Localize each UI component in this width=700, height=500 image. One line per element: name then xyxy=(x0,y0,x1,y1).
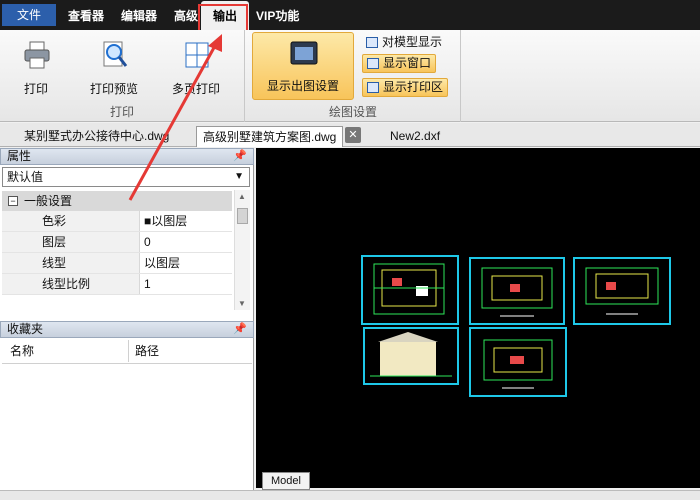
property-row-linetype-scale[interactable]: 线型比例 1 xyxy=(2,274,232,295)
plot-settings-group-label: 绘图设置 xyxy=(328,105,377,119)
property-value[interactable]: 0 xyxy=(142,232,232,252)
property-name: 图层 xyxy=(2,232,140,252)
general-settings-label: 一般设置 xyxy=(24,194,73,208)
print-preview-label: 打印预览 xyxy=(89,82,138,96)
favorites-header: 收藏夹 📌 xyxy=(0,321,254,338)
show-window-label: 显示窗口 xyxy=(383,56,432,70)
multi-page-print-button[interactable]: 多页打印 xyxy=(166,36,226,100)
magnifier-icon xyxy=(103,41,128,67)
tab-new2-dxf[interactable]: New2.dxf xyxy=(384,126,446,147)
drawing-thumbnails xyxy=(361,255,671,397)
document-tab-bar: 某别墅式办公接待中心.dwg 高级别墅建筑方案图.dwg ✕ New2.dxf xyxy=(0,123,700,147)
properties-scrollbar[interactable]: ▲ ▼ xyxy=(234,190,250,310)
scroll-up-icon[interactable]: ▲ xyxy=(238,192,246,201)
show-print-area-label: 显示打印区 xyxy=(383,80,444,94)
show-print-area-icon xyxy=(367,82,379,93)
menu-bar: 文件 查看器 编辑器 高级 输出 VIP功能 xyxy=(0,0,700,30)
floor-plan-thumbnail xyxy=(573,257,671,325)
show-print-area-button[interactable]: 显示打印区 xyxy=(362,78,449,97)
property-name: 线型比例 xyxy=(2,274,140,294)
floor-plan-thumbnail xyxy=(469,327,567,397)
status-bar xyxy=(0,490,700,500)
property-value[interactable]: 以图层 xyxy=(142,253,232,273)
show-window-button[interactable]: 显示窗口 xyxy=(362,54,437,73)
chevron-down-icon: ▼ xyxy=(234,171,244,182)
menu-editor[interactable]: 编辑器 xyxy=(121,6,157,26)
general-settings-group[interactable]: − 一般设置 xyxy=(2,191,232,211)
pin-icon[interactable]: 📌 xyxy=(233,149,247,164)
show-window-icon xyxy=(367,58,379,69)
print-group: 打印 打印预览 多页打印 打印 xyxy=(0,30,245,122)
elevation-thumbnail xyxy=(363,327,459,385)
print-group-label: 打印 xyxy=(109,105,134,119)
menu-vip[interactable]: VIP功能 xyxy=(256,6,299,26)
print-preview-button[interactable]: 打印预览 xyxy=(84,36,144,100)
menu-file[interactable]: 文件 xyxy=(2,4,56,26)
favorites-title: 收藏夹 xyxy=(7,322,44,336)
property-row-layer[interactable]: 图层 0 xyxy=(2,232,232,253)
property-row-color[interactable]: 色彩 ■以图层 xyxy=(2,211,232,232)
model-tab[interactable]: Model xyxy=(262,472,310,490)
properties-title: 属性 xyxy=(7,149,32,163)
scroll-thumb[interactable] xyxy=(237,208,248,224)
window-display-icon xyxy=(290,41,318,65)
properties-dropdown-value: 默认值 xyxy=(7,170,44,184)
scroll-down-icon[interactable]: ▼ xyxy=(238,299,246,308)
tab-office-reception-dwg[interactable]: 某别墅式办公接待中心.dwg xyxy=(18,126,175,147)
property-value[interactable]: 1 xyxy=(142,274,232,294)
floor-plan-thumbnail xyxy=(469,257,565,325)
display-plot-settings-button[interactable]: 显示出图设置 xyxy=(252,32,354,100)
drawing-canvas[interactable] xyxy=(256,148,700,488)
model-display-icon xyxy=(366,37,378,48)
properties-dropdown[interactable]: 默认值 ▼ xyxy=(2,167,250,187)
ribbon: 打印 打印预览 多页打印 打印 绘图设置 显示出图设置 对模型显示 显示窗口 显… xyxy=(0,30,700,122)
print-button[interactable]: 打印 xyxy=(6,36,66,100)
pin-icon[interactable]: 📌 xyxy=(233,322,247,337)
column-path[interactable]: 路径 xyxy=(128,340,159,362)
menu-viewer[interactable]: 查看器 xyxy=(68,6,104,26)
property-name: 色彩 xyxy=(2,211,140,231)
property-row-linetype[interactable]: 线型 以图层 xyxy=(2,253,232,274)
model-display-button[interactable]: 对模型显示 xyxy=(362,34,446,53)
menu-advanced[interactable]: 高级 xyxy=(174,6,198,26)
floor-plan-thumbnail xyxy=(361,255,459,325)
property-name: 线型 xyxy=(2,253,140,273)
printer-icon xyxy=(24,41,50,69)
property-value[interactable]: ■以图层 xyxy=(142,211,232,231)
close-tab-icon[interactable]: ✕ xyxy=(345,127,361,143)
multi-page-print-label: 多页打印 xyxy=(171,82,220,96)
tab-villa-plan-dwg[interactable]: 高级别墅建筑方案图.dwg xyxy=(196,126,344,147)
collapse-icon[interactable]: − xyxy=(8,196,18,206)
print-button-label: 打印 xyxy=(23,82,48,96)
multi-page-icon xyxy=(185,42,209,68)
properties-header: 属性 📌 xyxy=(0,148,254,165)
model-display-label: 对模型显示 xyxy=(382,35,443,49)
display-plot-settings-label: 显示出图设置 xyxy=(266,79,339,93)
column-name[interactable]: 名称 xyxy=(10,340,34,362)
favorites-list-header: 名称 路径 xyxy=(2,340,252,364)
